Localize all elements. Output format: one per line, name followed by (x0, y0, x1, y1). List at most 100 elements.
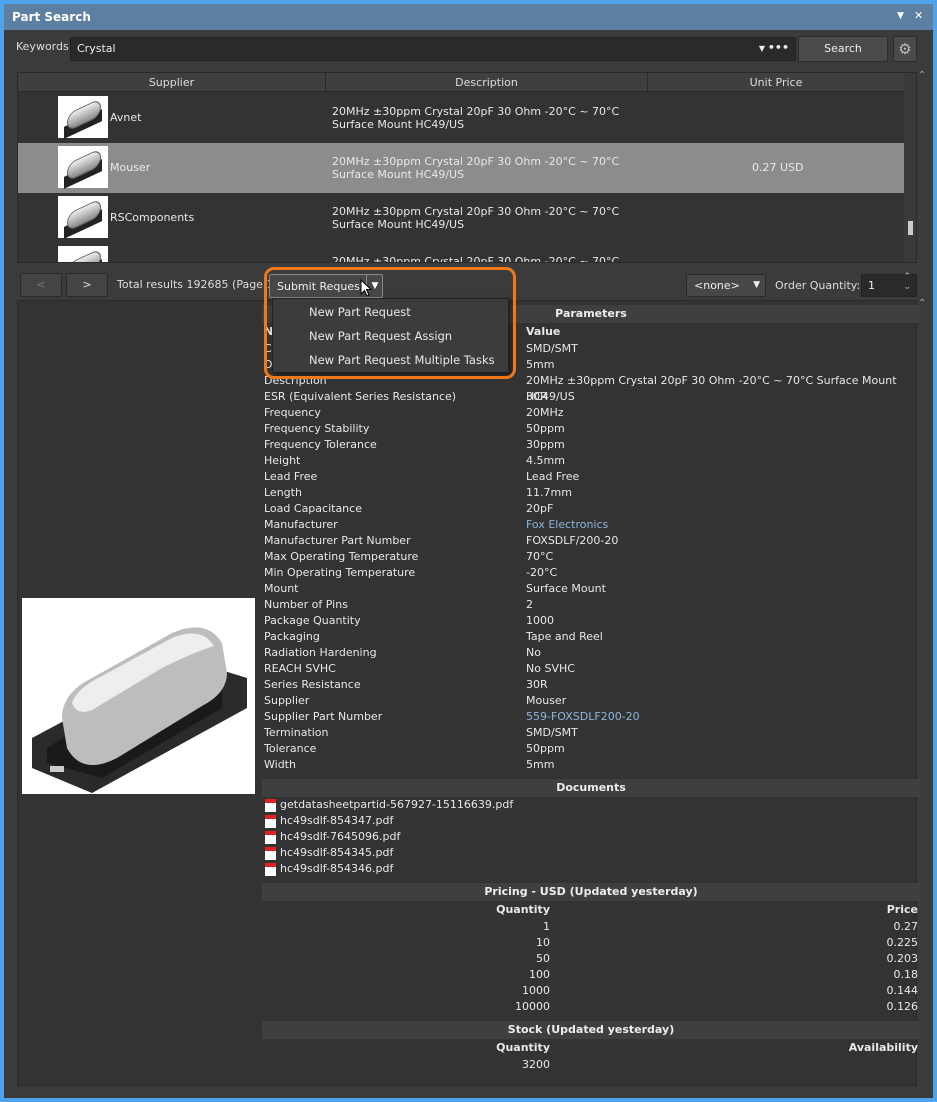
parameter-value: 20MHz (526, 406, 564, 419)
parameter-row: Lead Free Lead Free (262, 469, 920, 485)
parameter-name: Supplier Part Number (264, 710, 383, 723)
parameter-name: Manufacturer Part Number (264, 534, 411, 547)
parameter-value: 30ppm (526, 438, 565, 451)
result-row[interactable]: Avnet 20MHz ±30ppm Crystal 20pF 30 Ohm -… (18, 93, 904, 143)
parameter-row: Termination SMD/SMT (262, 725, 920, 741)
mouse-cursor-icon (360, 279, 373, 297)
parameter-value: 20pF (526, 502, 554, 515)
parameter-value[interactable]: Fox Electronics (526, 517, 608, 533)
parameter-name: Frequency Stability (264, 422, 370, 435)
parameter-value: No (526, 646, 541, 659)
chevron-down-icon: ▼ (753, 280, 760, 290)
parameter-row: Radiation Hardening No (262, 645, 920, 661)
pdf-icon (265, 831, 276, 844)
keywords-value: Crystal (77, 42, 116, 55)
parameter-name: Supplier (264, 694, 310, 707)
part-thumbnail (58, 96, 108, 139)
parameter-row: Min Operating Temperature -20°C (262, 565, 920, 581)
prev-page-button[interactable]: < (20, 273, 62, 297)
parameter-value: 30R (526, 390, 548, 403)
parameter-value: 70°C (526, 550, 554, 563)
filter-value: <none> (694, 279, 740, 292)
part-image (22, 598, 255, 794)
parameter-value: SMD/SMT (526, 726, 578, 739)
parameter-name: Radiation Hardening (264, 646, 377, 659)
parameter-name: Min Operating Temperature (264, 566, 416, 579)
result-row[interactable]: RSComponents 20MHz ±30ppm Crystal 20pF 3… (18, 193, 904, 243)
parameter-name: Tolerance (264, 742, 317, 755)
stock-row: 3200 (522, 1058, 550, 1071)
parameter-value: 50ppm (526, 422, 565, 435)
parameter-row: Packaging Tape and Reel (262, 629, 920, 645)
keywords-input[interactable]: Crystal ▼ ••• (70, 37, 796, 61)
filter-select[interactable]: <none> ▼ (686, 274, 766, 297)
supplier-cell: RSComponents (110, 211, 195, 224)
next-page-button[interactable]: > (66, 273, 108, 297)
order-quantity-stepper[interactable]: 1 ⌃ ⌄ (861, 272, 917, 297)
parameter-name: Termination (264, 726, 329, 739)
description-cell: 20MHz ±30ppm Crystal 20pF 30 Ohm -20°C ~… (332, 105, 620, 131)
result-row[interactable]: 20MHz ±30ppm Crystal 20pF 30 Ohm -20°C ~… (18, 243, 904, 263)
dropdown-arrow-icon[interactable]: ▼ (759, 38, 765, 60)
col-supplier[interactable]: Supplier (18, 73, 326, 92)
total-results: Total results 192685 (Page 1) (117, 278, 278, 291)
col-description[interactable]: Description (326, 73, 648, 92)
results-header: Supplier Description Unit Price (18, 73, 904, 92)
parameter-value: -20°C (526, 566, 558, 579)
result-row[interactable]: Mouser 20MHz ±30ppm Crystal 20pF 30 Ohm … (18, 143, 904, 193)
results-scrollbar[interactable] (904, 73, 916, 262)
gear-icon[interactable]: ⚙ (893, 36, 917, 62)
supplier-cell: Avnet (110, 111, 142, 124)
parameter-name: Series Resistance (264, 678, 361, 691)
price-row: 10000 0.126 (515, 1000, 918, 1013)
close-icon[interactable]: ✕ (914, 9, 923, 22)
panel-menu-icon[interactable]: ▼ (897, 11, 904, 21)
stepper-arrows-icon[interactable]: ⌃ ⌄ (903, 272, 911, 292)
parameter-row: Frequency 20MHz (262, 405, 920, 421)
parameter-row: Mount Surface Mount (262, 581, 920, 597)
part-search-panel: Part Search ▼ ✕ Keywords: Crystal ▼ ••• … (4, 4, 933, 1098)
description-cell: 20MHz ±30ppm Crystal 20pF 30 Ohm -20°C ~… (332, 255, 620, 263)
parameter-name: REACH SVHC (264, 662, 336, 675)
parameter-value: 1000 (526, 614, 554, 627)
parameter-row: Tolerance 50ppm (262, 741, 920, 757)
parameter-name: Load Capacitance (264, 502, 362, 515)
pdf-icon (265, 799, 276, 812)
parameter-value: Lead Free (526, 470, 580, 483)
search-button[interactable]: Search (798, 36, 888, 62)
parameter-row: Manufacturer Fox Electronics (262, 517, 920, 533)
keywords-label: Keywords: (16, 40, 73, 53)
parameter-value: 4.5mm (526, 454, 565, 467)
part-thumbnail (58, 246, 108, 262)
order-quantity-value: 1 (868, 279, 875, 292)
pdf-icon (265, 863, 276, 876)
parameter-name: Frequency (264, 406, 321, 419)
details-pane: Parameters NameValue Case/Package SMD/SM… (17, 300, 920, 1086)
collapse-up-icon[interactable]: ⌃ (918, 70, 926, 81)
parameter-row: Width 5mm (262, 757, 920, 773)
parameter-row: Package Quantity 1000 (262, 613, 920, 629)
parameter-name: Height (264, 454, 301, 467)
parameter-value: 2 (526, 598, 533, 611)
more-icon[interactable]: ••• (768, 37, 789, 59)
scroll-thumb[interactable] (908, 221, 913, 235)
parameter-name: Width (264, 758, 296, 771)
parameter-name: Lead Free (264, 470, 318, 483)
parameter-value: Mouser (526, 694, 567, 707)
pricing-header: Pricing - USD (Updated yesterday) (262, 883, 920, 901)
parameter-name: Manufacturer (264, 518, 338, 531)
parameter-value: 30R (526, 678, 548, 691)
parameter-name: Number of Pins (264, 598, 348, 611)
parameter-value: SMD/SMT (526, 342, 578, 355)
parameter-row: Length 11.7mm (262, 485, 920, 501)
parameter-row: REACH SVHC No SVHC (262, 661, 920, 677)
col-unit-price[interactable]: Unit Price (648, 73, 904, 92)
part-thumbnail (58, 146, 108, 189)
parameter-name: ESR (Equivalent Series Resistance) (264, 390, 457, 403)
parameter-name: Packaging (264, 630, 320, 643)
parameter-name: Package Quantity (264, 614, 361, 627)
parameter-value: 5mm (526, 758, 555, 771)
parameter-row: Series Resistance 30R (262, 677, 920, 693)
stock-header: Stock (Updated yesterday) (262, 1021, 920, 1039)
parameter-value[interactable]: 559-FOXSDLF200-20 (526, 709, 640, 725)
